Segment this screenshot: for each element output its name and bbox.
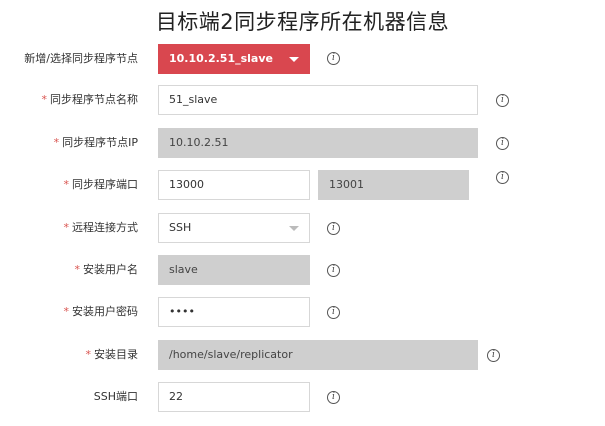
remote-method-label: * 远程连接方式 — [63, 221, 139, 234]
info-icon[interactable]: i — [327, 222, 340, 235]
required-mark: * — [53, 136, 60, 149]
node-ip-row: * 同步程序节点IP 10.10.2.51 i — [0, 128, 605, 158]
install-user-input[interactable]: slave — [158, 255, 310, 285]
install-user-label: * 安装用户名 — [74, 263, 139, 276]
info-icon[interactable]: i — [487, 349, 500, 362]
info-icon[interactable]: i — [496, 94, 509, 107]
node-port-row: * 同步程序端口 13000 13001 i — [0, 170, 605, 200]
remote-method-select[interactable]: SSH — [158, 213, 310, 243]
node-select-row: 新增/选择同步程序节点 10.10.2.51_slave i — [0, 43, 605, 74]
remote-method-row: * 远程连接方式 SSH i — [0, 213, 605, 243]
page-title: 目标端2同步程序所在机器信息 — [155, 10, 450, 34]
chevron-down-icon — [289, 57, 299, 62]
info-icon[interactable]: i — [327, 306, 340, 319]
node-ip-label: * 同步程序节点IP — [53, 136, 138, 149]
install-dir-row: * 安装目录 /home/slave/replicator i — [0, 340, 605, 370]
install-password-label: * 安装用户密码 — [63, 305, 139, 318]
node-name-input[interactable]: 51_slave — [158, 85, 478, 115]
install-user-row: * 安装用户名 slave i — [0, 255, 605, 285]
info-icon[interactable]: i — [496, 171, 509, 184]
node-name-label: * 同步程序节点名称 — [41, 93, 139, 106]
node-name-row: * 同步程序节点名称 51_slave i — [0, 85, 605, 115]
required-mark: * — [74, 263, 81, 276]
node-port-label: * 同步程序端口 — [63, 178, 139, 191]
install-password-row: * 安装用户密码 •••• i — [0, 297, 605, 327]
node-select-value: 10.10.2.51_slave — [169, 52, 273, 65]
required-mark: * — [85, 348, 92, 361]
node-port-secondary-input[interactable]: 13001 — [318, 170, 469, 200]
install-dir-label: * 安装目录 — [85, 348, 139, 361]
required-mark: * — [63, 305, 70, 318]
ssh-port-input[interactable]: 22 — [158, 382, 310, 412]
node-select-dropdown[interactable]: 10.10.2.51_slave — [158, 44, 310, 74]
ssh-port-row: SSH端口 22 i — [0, 382, 605, 412]
info-icon[interactable]: i — [496, 137, 509, 150]
install-password-input[interactable]: •••• — [158, 297, 310, 327]
required-mark: * — [63, 178, 70, 191]
required-mark: * — [41, 93, 48, 106]
node-select-label: 新增/选择同步程序节点 — [24, 52, 138, 65]
node-ip-input[interactable]: 10.10.2.51 — [158, 128, 478, 158]
ssh-port-label: SSH端口 — [93, 390, 138, 403]
info-icon[interactable]: i — [327, 52, 340, 65]
install-dir-input[interactable]: /home/slave/replicator — [158, 340, 478, 370]
required-mark: * — [63, 221, 70, 234]
info-icon[interactable]: i — [327, 264, 340, 277]
node-port-input[interactable]: 13000 — [158, 170, 310, 200]
chevron-down-icon — [289, 226, 299, 231]
info-icon[interactable]: i — [327, 391, 340, 404]
